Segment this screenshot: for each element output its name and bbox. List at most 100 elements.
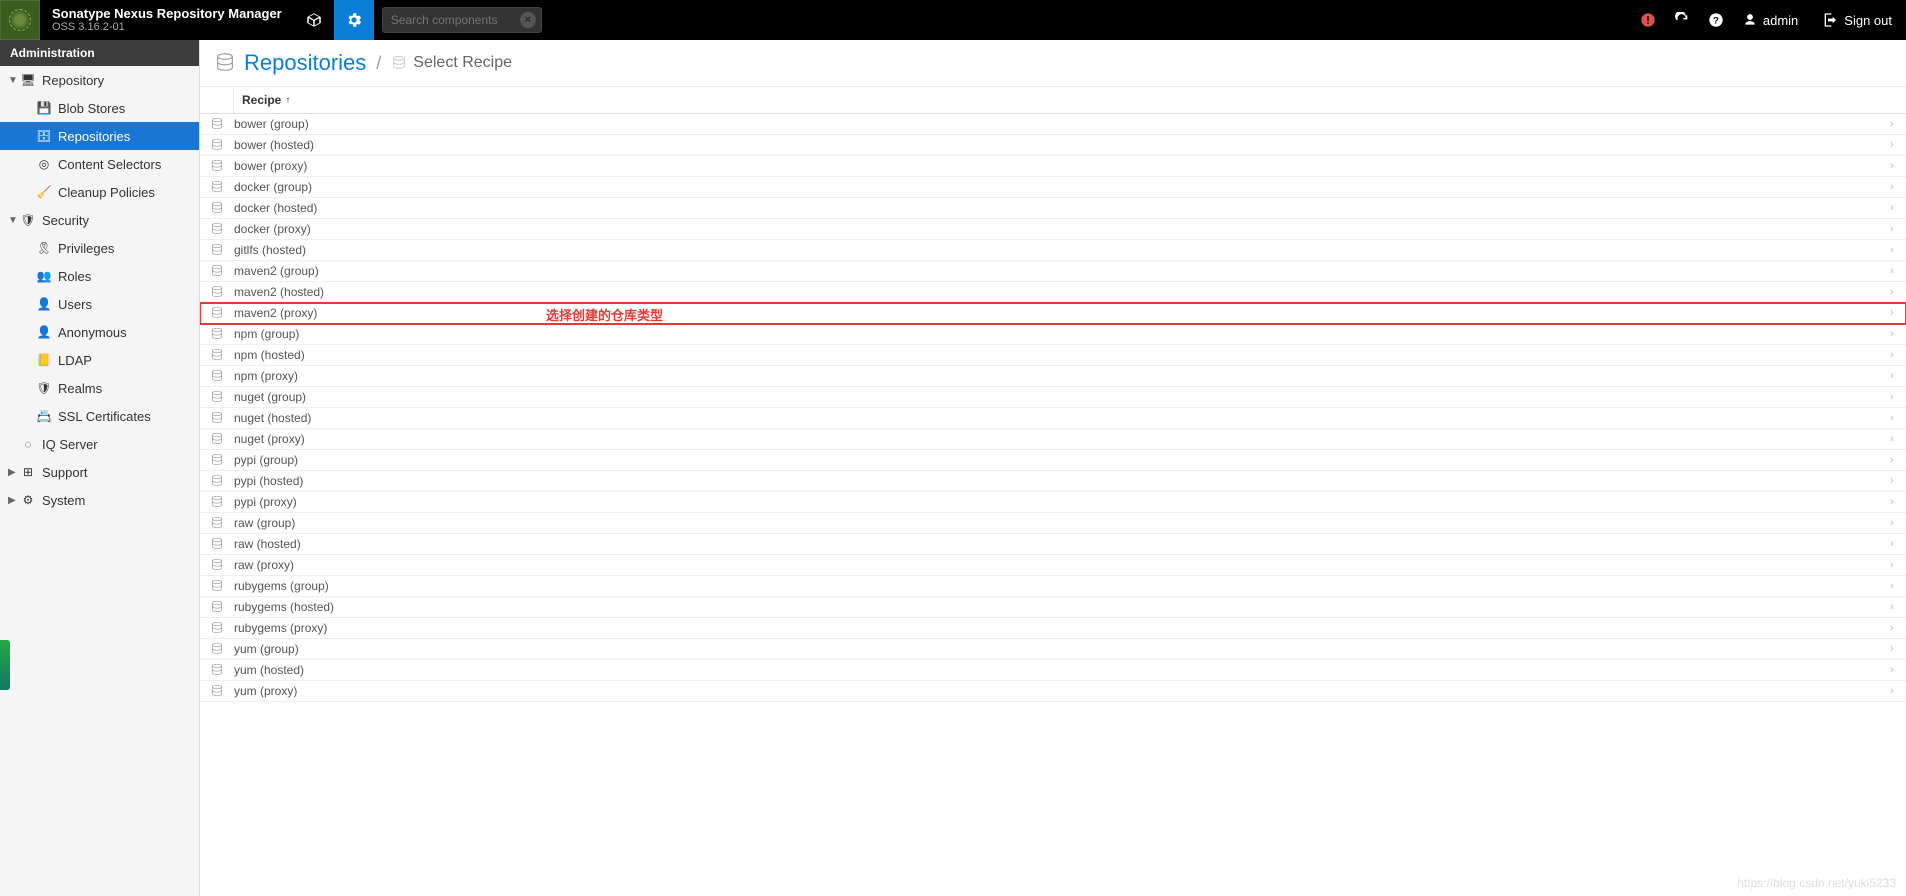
recipe-row[interactable]: npm (group)› [200, 324, 1906, 345]
recipe-row[interactable]: maven2 (proxy)› [200, 303, 1906, 324]
badge-icon: 🛡 [36, 380, 52, 396]
iq-icon: ◌ [20, 436, 36, 452]
user-name: admin [1763, 13, 1798, 28]
recipe-label: nuget (group) [234, 390, 1890, 404]
recipe-label: rubygems (proxy) [234, 621, 1890, 635]
chevron-right-icon: › [1890, 370, 1906, 382]
users-icon: 👥 [36, 268, 52, 284]
chevron-right-icon: › [1890, 496, 1906, 508]
help-icon[interactable]: ? [1699, 0, 1733, 40]
alert-icon[interactable] [1631, 0, 1665, 40]
db-icon [200, 159, 234, 173]
sidebar-item-roles[interactable]: 👥Roles [0, 262, 199, 290]
svg-text:?: ? [1713, 15, 1719, 25]
recipe-row[interactable]: bower (hosted)› [200, 135, 1906, 156]
recipe-row[interactable]: nuget (hosted)› [200, 408, 1906, 429]
recipe-row[interactable]: rubygems (group)› [200, 576, 1906, 597]
recipe-row[interactable]: raw (proxy)› [200, 555, 1906, 576]
sidebar-item-ssl-certificates[interactable]: 📇SSL Certificates [0, 402, 199, 430]
signout-button[interactable]: Sign out [1808, 12, 1906, 28]
search-clear-icon[interactable]: ✕ [520, 12, 536, 28]
column-recipe[interactable]: Recipe ↑ [234, 87, 1890, 113]
chevron-right-icon: › [1890, 643, 1906, 655]
recipe-label: npm (group) [234, 327, 1890, 341]
recipe-row[interactable]: yum (proxy)› [200, 681, 1906, 702]
gears-icon: ⚙ [20, 492, 36, 508]
recipe-row[interactable]: npm (hosted)› [200, 345, 1906, 366]
sidebar-item-blob-stores[interactable]: 💾Blob Stores [0, 94, 199, 122]
sidebar-group-security[interactable]: ▼🛡Security [0, 206, 199, 234]
sort-asc-icon: ↑ [285, 95, 290, 106]
db-icon [200, 663, 234, 677]
recipe-row[interactable]: docker (proxy)› [200, 219, 1906, 240]
recipe-label: pypi (group) [234, 453, 1890, 467]
chevron-right-icon: › [1890, 223, 1906, 235]
recipe-row[interactable]: pypi (proxy)› [200, 492, 1906, 513]
search-input[interactable] [382, 7, 542, 33]
db-icon [200, 537, 234, 551]
breadcrumb-repositories[interactable]: Repositories [244, 50, 366, 76]
admin-mode-button[interactable] [334, 0, 374, 40]
signout-label: Sign out [1844, 13, 1892, 28]
recipe-row[interactable]: raw (group)› [200, 513, 1906, 534]
chevron-right-icon: › [1890, 601, 1906, 613]
recipe-row[interactable]: yum (hosted)› [200, 660, 1906, 681]
recipe-label: raw (hosted) [234, 537, 1890, 551]
db-icon [200, 390, 234, 404]
sidebar-item-cleanup-policies[interactable]: 🧹Cleanup Policies [0, 178, 199, 206]
recipe-row[interactable]: pypi (group)› [200, 450, 1906, 471]
sidebar-group-iq-server[interactable]: ◌IQ Server [0, 430, 199, 458]
sidebar-item-privileges[interactable]: 🎗Privileges [0, 234, 199, 262]
recipe-row[interactable]: rubygems (hosted)› [200, 597, 1906, 618]
recipe-row[interactable]: rubygems (proxy)› [200, 618, 1906, 639]
db-icon [200, 579, 234, 593]
recipe-label: docker (hosted) [234, 201, 1890, 215]
recipe-label: yum (hosted) [234, 663, 1890, 677]
recipe-row[interactable]: maven2 (group)› [200, 261, 1906, 282]
db-icon [200, 516, 234, 530]
sidebar-item-anonymous[interactable]: 👤Anonymous [0, 318, 199, 346]
recipe-label: docker (proxy) [234, 222, 1890, 236]
browse-mode-button[interactable] [294, 0, 334, 40]
db-icon [200, 180, 234, 194]
refresh-icon[interactable] [1665, 0, 1699, 40]
recipe-row[interactable]: nuget (group)› [200, 387, 1906, 408]
recipe-label: gitlfs (hosted) [234, 243, 1890, 257]
recipe-row[interactable]: yum (group)› [200, 639, 1906, 660]
sidebar-item-realms[interactable]: 🛡Realms [0, 374, 199, 402]
recipe-label: nuget (hosted) [234, 411, 1890, 425]
recipe-row[interactable]: nuget (proxy)› [200, 429, 1906, 450]
recipe-row[interactable]: bower (group)› [200, 114, 1906, 135]
db-icon [391, 55, 407, 71]
breadcrumb: Repositories / Select Recipe [200, 40, 1906, 87]
sidebar-item-users[interactable]: 👤Users [0, 290, 199, 318]
recipe-row[interactable]: gitlfs (hosted)› [200, 240, 1906, 261]
recipe-row[interactable]: npm (proxy)› [200, 366, 1906, 387]
user-menu[interactable]: admin [1733, 13, 1808, 28]
sidebar-group-repository[interactable]: ▼🖥Repository [0, 66, 199, 94]
sidebar-item-content-selectors[interactable]: ◎Content Selectors [0, 150, 199, 178]
chevron-right-icon: › [1890, 349, 1906, 361]
sidebar-item-repositories[interactable]: 🗄Repositories [0, 122, 199, 150]
sidebar-group-system[interactable]: ▶⚙System [0, 486, 199, 514]
recipe-row[interactable]: bower (proxy)› [200, 156, 1906, 177]
recipe-label: maven2 (hosted) [234, 285, 1890, 299]
recipe-row[interactable]: raw (hosted)› [200, 534, 1906, 555]
recipe-row[interactable]: docker (group)› [200, 177, 1906, 198]
recipe-label: npm (proxy) [234, 369, 1890, 383]
chevron-right-icon: › [1890, 622, 1906, 634]
recipe-row[interactable]: maven2 (hosted)› [200, 282, 1906, 303]
db-icon [200, 642, 234, 656]
db-icon [200, 600, 234, 614]
sidebar-item-ldap[interactable]: 📒LDAP [0, 346, 199, 374]
recipe-row[interactable]: docker (hosted)› [200, 198, 1906, 219]
feedback-tab[interactable] [0, 640, 10, 690]
brand-block: Sonatype Nexus Repository Manager OSS 3.… [40, 6, 294, 35]
sidebar-group-support[interactable]: ▶⊞Support [0, 458, 199, 486]
recipe-row[interactable]: pypi (hosted)› [200, 471, 1906, 492]
db-icon: 🗄 [36, 128, 52, 144]
breadcrumb-sub: Select Recipe [413, 54, 512, 72]
recipe-label: rubygems (group) [234, 579, 1890, 593]
db-icon [200, 117, 234, 131]
book-icon: 📒 [36, 352, 52, 368]
